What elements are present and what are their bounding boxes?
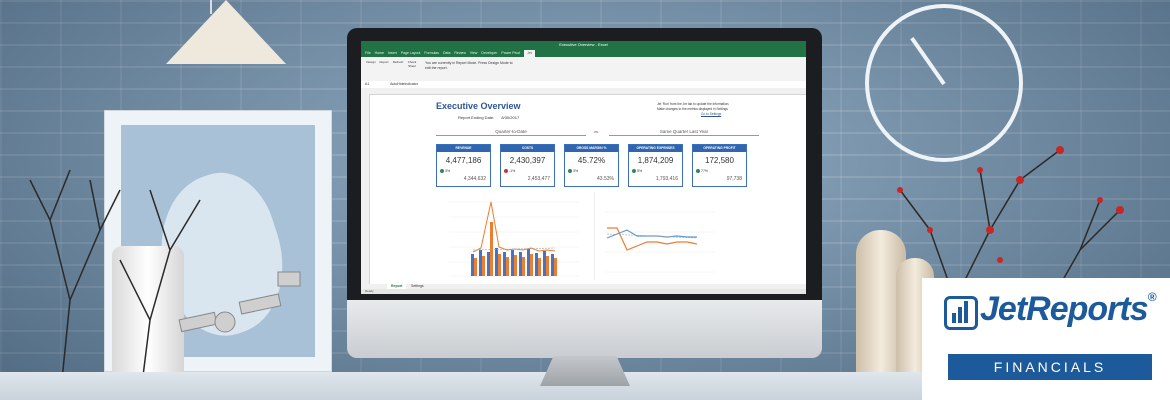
previous-12-months-line bbox=[607, 227, 698, 251]
kpi-cards: REVENUE 4,477,186 3% 4,344,632 COSTS 2,4… bbox=[436, 144, 747, 187]
tab-home[interactable]: Home bbox=[375, 50, 384, 57]
kpi-delta: 3% bbox=[440, 169, 451, 174]
down-indicator-icon bbox=[504, 169, 508, 174]
jetreports-logo: JetReports® FINANCIALS bbox=[922, 278, 1170, 400]
window-title: Executive Overview - Excel bbox=[559, 42, 608, 47]
kpi-delta: 5% bbox=[632, 169, 643, 174]
kpi-card: COSTS 2,430,397 -1% 2,453,477 bbox=[500, 144, 555, 187]
logo-wordmark: JetReports® bbox=[980, 290, 1157, 329]
design-button[interactable]: Design bbox=[365, 60, 377, 74]
tab-formulas[interactable]: Formulas bbox=[424, 50, 439, 57]
comparison-line-chart bbox=[594, 192, 715, 280]
worksheet[interactable]: Executive Overview Report Ending Date: 8… bbox=[369, 94, 806, 284]
kpi-value: 1,874,209 bbox=[637, 156, 674, 165]
instructions: Jet 'Run' from the Jet tab to update the… bbox=[657, 102, 777, 117]
kpi-header: COSTS bbox=[501, 145, 554, 152]
report-button[interactable]: Report bbox=[378, 60, 390, 74]
monitor-stand bbox=[540, 356, 630, 386]
formula-value[interactable]: AutoHideIndicator bbox=[390, 82, 418, 86]
kpi-delta: -1% bbox=[504, 169, 516, 174]
tab-data[interactable]: Data bbox=[443, 50, 450, 57]
kpi-delta-text: 5% bbox=[637, 169, 643, 173]
kpi-prior: 43.53% bbox=[597, 176, 614, 182]
excel-window: Executive Overview - Excel File Home Inser… bbox=[361, 41, 806, 294]
jet-logo-icon bbox=[944, 296, 978, 330]
ribbon-tabs: File Home Insert Page Layout Formulas Data Rev… bbox=[361, 50, 806, 57]
status-bar: Ready bbox=[361, 289, 806, 294]
kpi-delta: 77% bbox=[696, 169, 709, 174]
tab-jet[interactable]: Jet bbox=[524, 50, 535, 57]
kpi-value: 172,580 bbox=[705, 156, 734, 165]
tab-page-layout[interactable]: Page Layout bbox=[401, 50, 421, 57]
report-ending-date: Report Ending Date: 8/30/2017 bbox=[458, 115, 519, 120]
kpi-header: OPERATING EXPENSES bbox=[629, 145, 682, 152]
kpi-value: 45.72% bbox=[577, 156, 606, 165]
logo-name: JetReports bbox=[980, 290, 1149, 328]
kpi-header: REVENUE bbox=[437, 145, 490, 152]
kpi-card: OPERATING EXPENSES 1,874,209 5% 1,793,41… bbox=[628, 144, 683, 187]
kpi-header: GROSS MARGIN % bbox=[565, 145, 618, 152]
ribbon-note: You are currently in Report Mode. Press … bbox=[425, 61, 513, 70]
refresh-button[interactable]: Refresh bbox=[392, 60, 404, 74]
kpi-prior: 4,344,632 bbox=[463, 176, 486, 182]
kpi-value: 2,430,397 bbox=[509, 156, 546, 165]
up-indicator-icon bbox=[568, 169, 572, 174]
tab-review[interactable]: Review bbox=[454, 50, 465, 57]
go-to-settings-link[interactable]: Go to Settings bbox=[657, 112, 777, 117]
vs-label: vs. bbox=[594, 129, 600, 134]
kpi-card: REVENUE 4,477,186 3% 4,344,632 bbox=[436, 144, 491, 187]
kpi-delta-text: 3% bbox=[573, 169, 579, 173]
kpi-header: OPERATING PROFIT bbox=[693, 145, 746, 152]
tab-file[interactable]: File bbox=[365, 50, 371, 57]
report-title: Executive Overview bbox=[436, 101, 521, 111]
tab-developer[interactable]: Developer bbox=[481, 50, 497, 57]
tab-insert[interactable]: Insert bbox=[388, 50, 397, 57]
up-indicator-icon bbox=[632, 169, 636, 174]
up-indicator-icon bbox=[440, 169, 444, 174]
kpi-prior: 2,453,477 bbox=[527, 176, 550, 182]
kpi-prior: 97,738 bbox=[726, 176, 742, 182]
kpi-delta-text: 77% bbox=[701, 169, 709, 173]
kpi-card: GROSS MARGIN % 45.72% 3% 43.53% bbox=[564, 144, 619, 187]
kpi-card: OPERATING PROFIT 172,580 77% 97,738 bbox=[692, 144, 747, 187]
kpi-delta-text: 3% bbox=[445, 169, 451, 173]
tab-view[interactable]: View bbox=[470, 50, 478, 57]
cell-reference[interactable]: A1 bbox=[361, 82, 389, 86]
excel-title-bar: Executive Overview - Excel bbox=[361, 41, 806, 50]
status-text: Ready bbox=[365, 289, 374, 293]
section-same-quarter: Same Quarter Last Year bbox=[609, 129, 759, 136]
ribbon: Design Report Refresh Check Sheet You ar… bbox=[361, 57, 806, 82]
kpi-delta: 3% bbox=[568, 169, 579, 174]
kpi-prior: 1,793,416 bbox=[655, 176, 678, 182]
report-ending-label: Report Ending Date: bbox=[458, 115, 495, 120]
up-indicator-icon bbox=[696, 169, 700, 174]
photo-scene: Executive Overview - Excel File Home Inser… bbox=[0, 0, 1170, 400]
monitor-chin bbox=[347, 300, 822, 358]
bar-line-chart bbox=[449, 201, 579, 277]
section-quarter-to-date: Quarter-to-Date bbox=[436, 129, 586, 136]
logo-subtitle: FINANCIALS bbox=[948, 354, 1152, 380]
kpi-value: 4,477,186 bbox=[445, 156, 482, 165]
kpi-delta-text: -1% bbox=[509, 169, 516, 173]
registered-mark: ® bbox=[1147, 290, 1157, 304]
tab-power-pivot[interactable]: Power Pivot bbox=[501, 50, 520, 57]
gross-margin-line bbox=[472, 201, 556, 253]
report-ending-value: 8/30/2017 bbox=[501, 115, 520, 120]
check-sheet-button[interactable]: Check Sheet bbox=[406, 60, 418, 74]
